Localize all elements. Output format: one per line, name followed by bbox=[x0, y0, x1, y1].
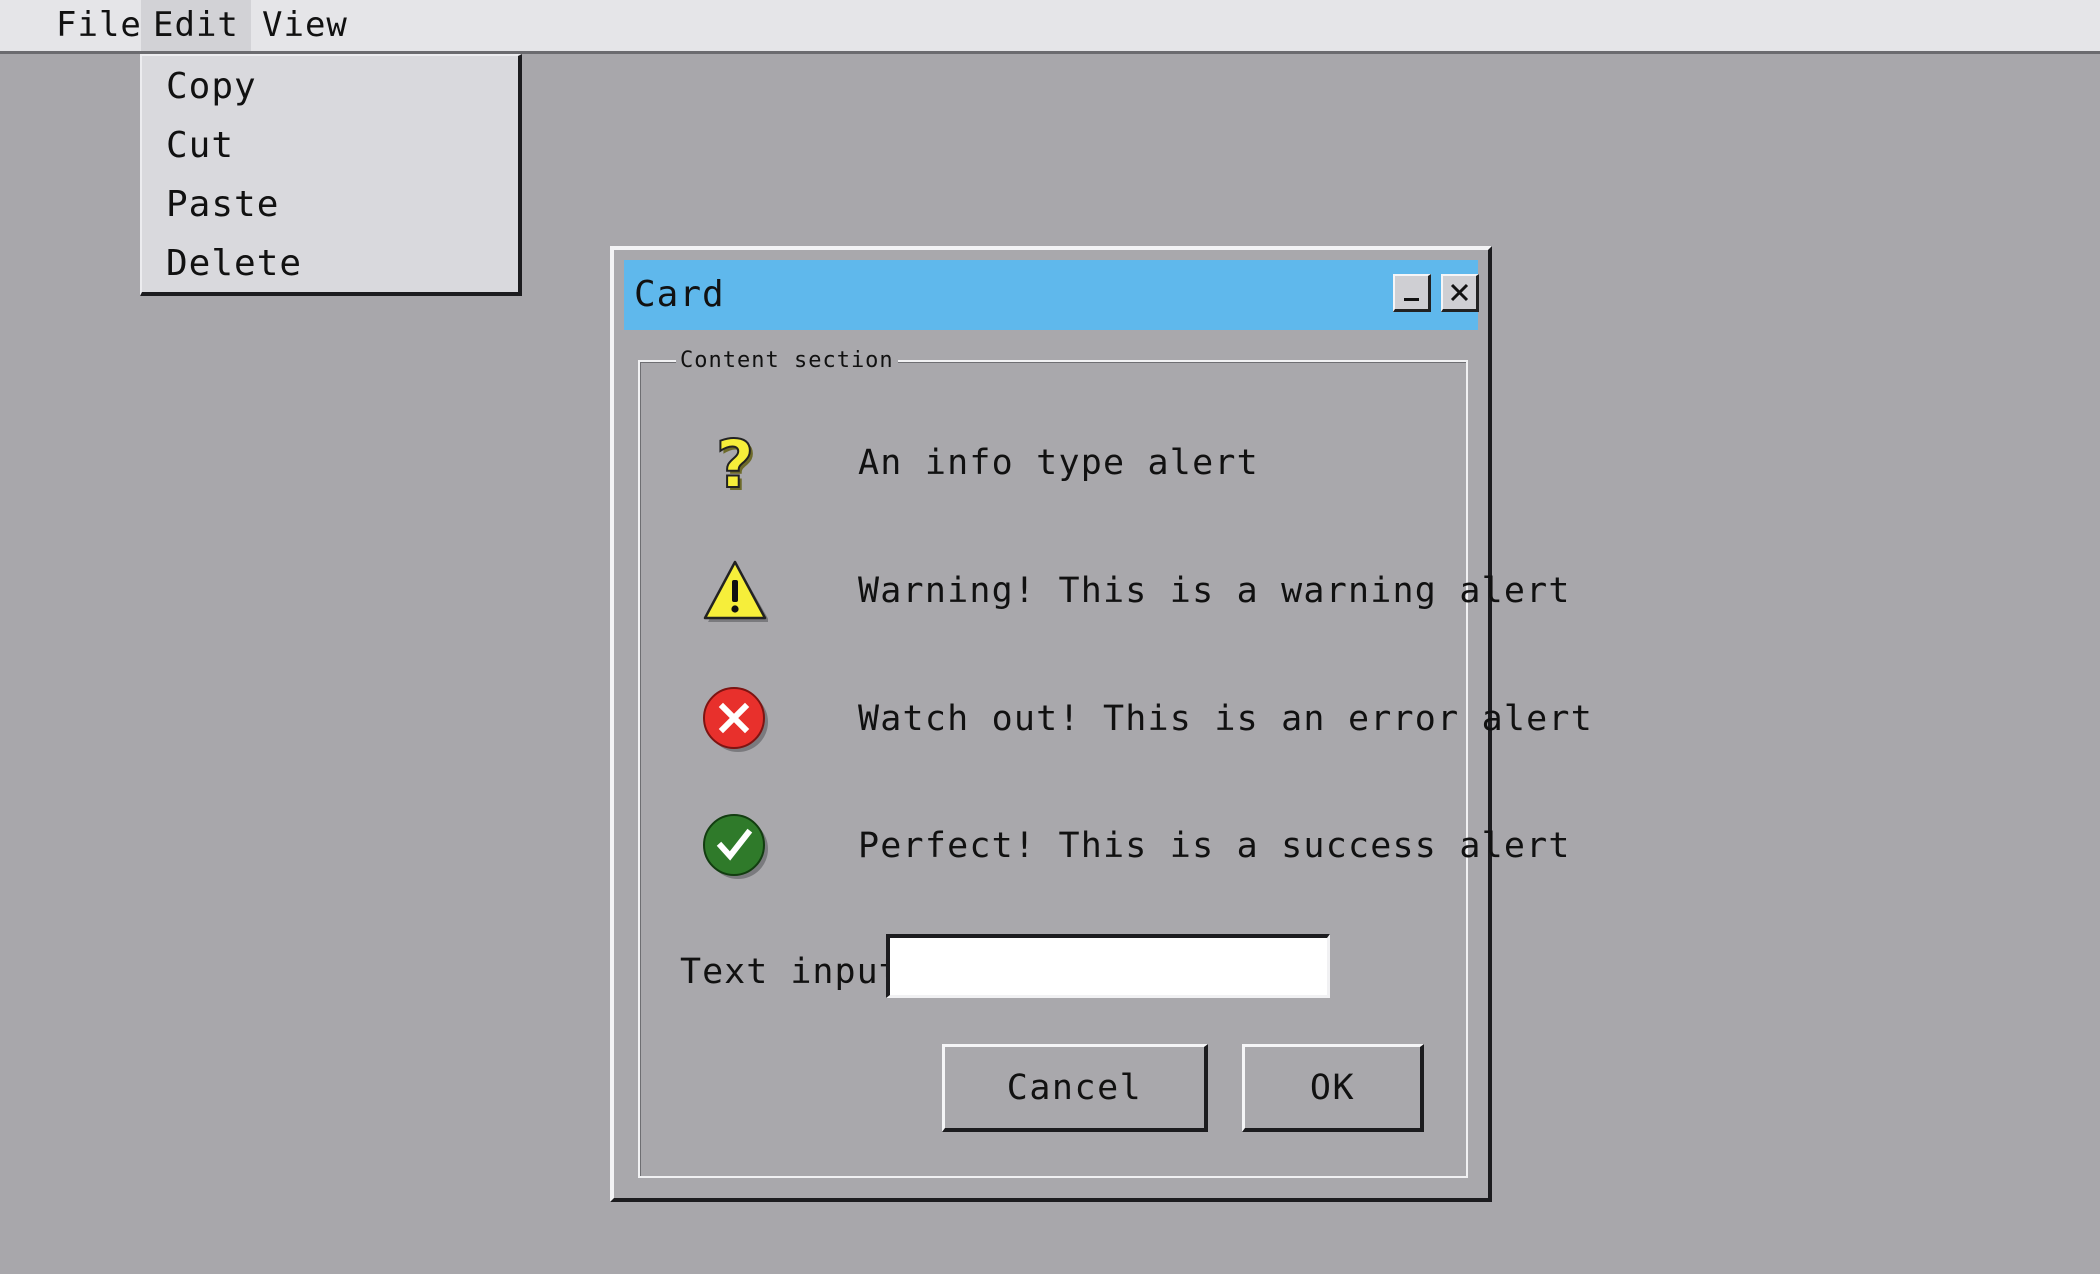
minimize-icon bbox=[1404, 298, 1419, 301]
close-icon bbox=[1450, 283, 1469, 302]
text-input-label: Text input bbox=[680, 952, 901, 992]
error-icon bbox=[703, 687, 768, 752]
menu-bar: File Edit View bbox=[0, 0, 2100, 54]
alert-warning-text: Warning! This is a warning alert bbox=[858, 571, 1571, 611]
menu-edit[interactable]: Edit bbox=[141, 0, 251, 51]
menu-item-cut[interactable]: Cut bbox=[166, 117, 234, 175]
warning-icon bbox=[703, 560, 768, 622]
svg-text:?: ? bbox=[716, 428, 754, 498]
menu-view[interactable]: View bbox=[250, 0, 360, 51]
success-icon bbox=[703, 814, 768, 879]
menu-item-paste[interactable]: Paste bbox=[166, 176, 279, 234]
alert-error-text: Watch out! This is an error alert bbox=[858, 699, 1593, 739]
title-bar[interactable]: Card bbox=[624, 260, 1479, 330]
menu-item-copy[interactable]: Copy bbox=[166, 58, 257, 116]
cancel-button[interactable]: Cancel bbox=[942, 1044, 1208, 1132]
card-window: Card Content section ? ? An info type al… bbox=[610, 246, 1592, 1202]
alert-success: Perfect! This is a success alert bbox=[702, 811, 1570, 881]
menu-file[interactable]: File bbox=[44, 0, 154, 51]
window-title: Card bbox=[634, 274, 725, 315]
menu-item-delete[interactable]: Delete bbox=[166, 235, 302, 293]
alert-success-text: Perfect! This is a success alert bbox=[858, 826, 1571, 866]
close-button[interactable] bbox=[1441, 274, 1479, 312]
alert-info: ? ? An info type alert bbox=[702, 428, 1442, 498]
question-icon: ? ? bbox=[715, 428, 757, 498]
minimize-button[interactable] bbox=[1393, 274, 1431, 312]
alert-info-text: An info type alert bbox=[858, 443, 1259, 483]
alert-warning: Warning! This is a warning alert bbox=[702, 556, 1570, 626]
ok-button[interactable]: OK bbox=[1242, 1044, 1424, 1132]
content-section-legend: Content section bbox=[676, 348, 898, 374]
content-section: Content section ? ? An info type alert W… bbox=[638, 348, 1592, 1178]
text-input[interactable] bbox=[886, 934, 1330, 998]
alert-error: Watch out! This is an error alert bbox=[702, 684, 1592, 754]
edit-dropdown-menu: Copy Cut Paste Delete bbox=[140, 54, 522, 296]
